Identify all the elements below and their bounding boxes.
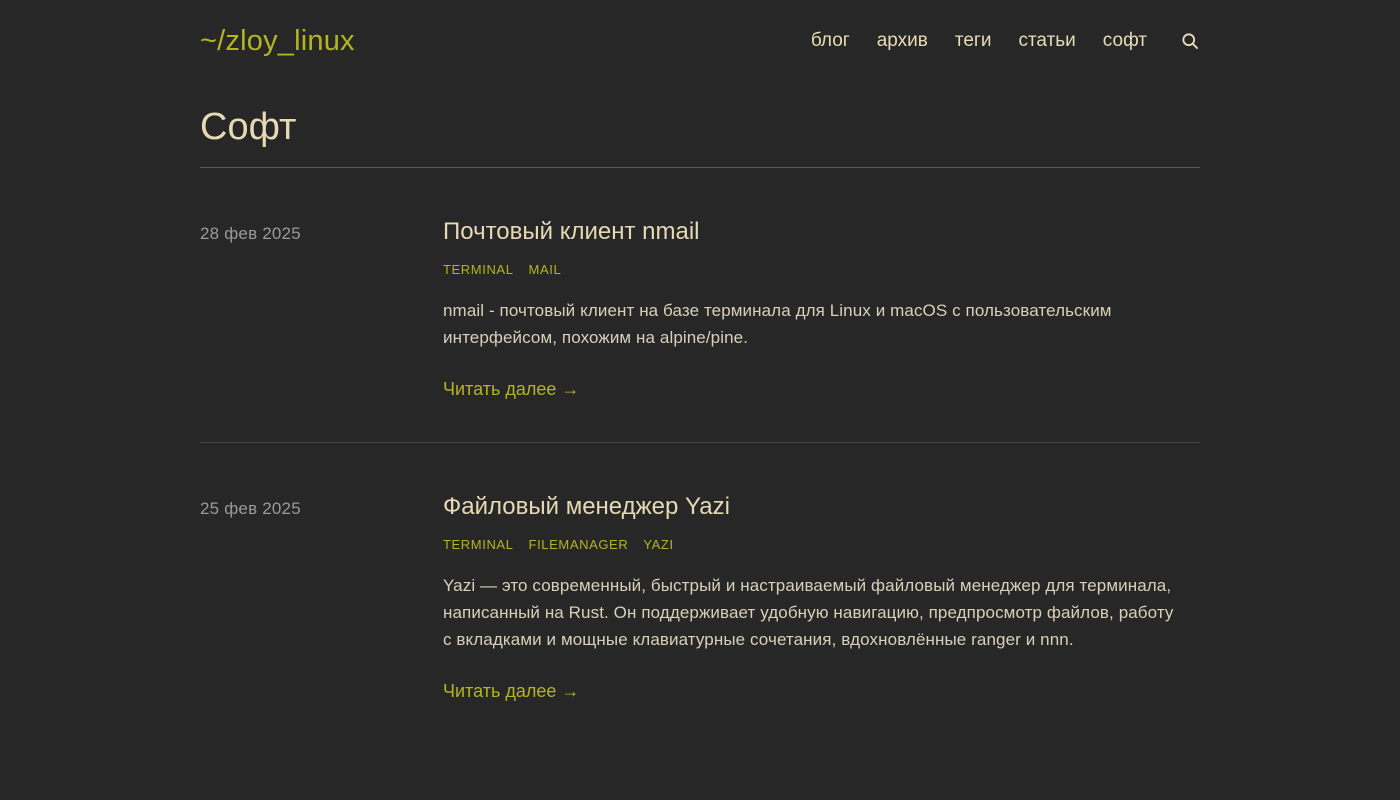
main-nav: блог архив теги статьи софт <box>811 30 1200 52</box>
post: 28 фев 2025 Почтовый клиент nmail TERMIN… <box>200 168 1200 443</box>
read-more-link[interactable]: Читать далее → <box>443 681 579 702</box>
page-title: Софт <box>200 106 1200 168</box>
post-tag[interactable]: MAIL <box>529 262 562 277</box>
search-button[interactable] <box>1180 31 1200 51</box>
nav-item-archive[interactable]: архив <box>877 30 928 52</box>
nav-item-tags[interactable]: теги <box>955 30 992 52</box>
post-date: 25 фев 2025 <box>200 499 443 702</box>
site-logo[interactable]: ~/zloy_linux <box>200 25 355 58</box>
post-tag[interactable]: FILEMANAGER <box>529 537 629 552</box>
post: 25 фев 2025 Файловый менеджер Yazi TERMI… <box>200 443 1200 744</box>
post-date: 28 фев 2025 <box>200 224 443 400</box>
site-header: ~/zloy_linux блог архив теги статьи софт <box>200 0 1200 60</box>
search-icon <box>1180 31 1200 51</box>
nav-item-soft[interactable]: софт <box>1103 30 1147 52</box>
post-tags: TERMINAL MAIL <box>443 262 1200 277</box>
post-excerpt: nmail - почтовый клиент на базе терминал… <box>443 297 1183 351</box>
post-excerpt: Yazi — это современный, быстрый и настра… <box>443 572 1183 653</box>
post-content: Почтовый клиент nmail TERMINAL MAIL nmai… <box>443 218 1200 400</box>
nav-item-posts[interactable]: статьи <box>1018 30 1075 52</box>
nav-item-blog[interactable]: блог <box>811 30 850 52</box>
post-list: 28 фев 2025 Почтовый клиент nmail TERMIN… <box>200 168 1200 744</box>
post-tag[interactable]: TERMINAL <box>443 262 514 277</box>
post-title-link[interactable]: Почтовый клиент nmail <box>443 218 1200 246</box>
post-tags: TERMINAL FILEMANAGER YAZI <box>443 537 1200 552</box>
post-content: Файловый менеджер Yazi TERMINAL FILEMANA… <box>443 493 1200 702</box>
read-more-link[interactable]: Читать далее → <box>443 379 579 400</box>
post-title-link[interactable]: Файловый менеджер Yazi <box>443 493 1200 521</box>
post-tag[interactable]: TERMINAL <box>443 537 514 552</box>
post-tag[interactable]: YAZI <box>643 537 673 552</box>
